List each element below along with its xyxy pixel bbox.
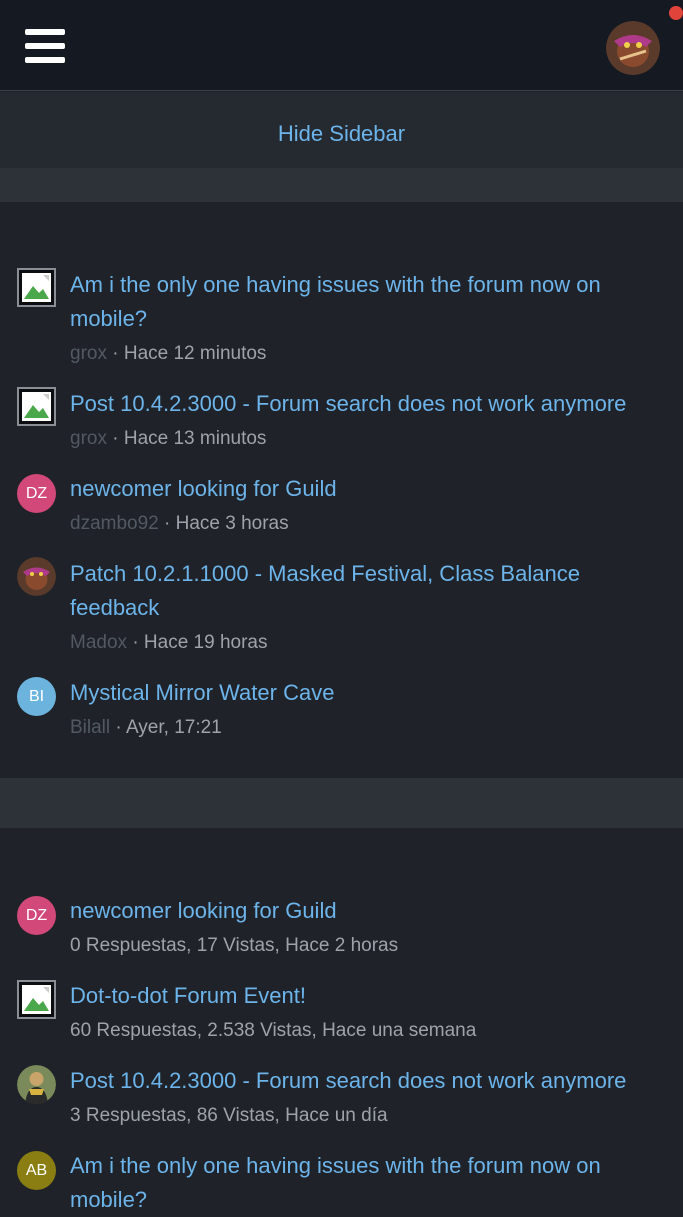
- post-author[interactable]: grox: [70, 428, 107, 449]
- post-author[interactable]: Bilall: [70, 717, 110, 738]
- post-title-link[interactable]: Post 10.4.2.3000 - Forum search does not…: [70, 387, 670, 421]
- post-meta: Madox · Hace 19 horas: [70, 630, 670, 656]
- thread-title-link[interactable]: newcomer looking for Guild: [70, 894, 670, 928]
- avatar-initials[interactable]: DZ: [17, 474, 56, 513]
- top-bar: [0, 0, 683, 91]
- thread-title-link[interactable]: Post 10.4.2.3000 - Forum search does not…: [70, 1064, 670, 1098]
- post-meta: dzambo92 · Hace 3 horas: [70, 511, 670, 537]
- thread-title-link[interactable]: Dot-to-dot Forum Event!: [70, 979, 670, 1013]
- thread-stats: 60 Respuestas, 2.538 Vistas, Hace una se…: [70, 1020, 477, 1041]
- post-author[interactable]: grox: [70, 343, 107, 364]
- post-title-link[interactable]: Patch 10.2.1.1000 - Masked Festival, Cla…: [70, 557, 670, 625]
- user-avatar[interactable]: [606, 21, 660, 75]
- thread-stats: 0 Respuestas, 17 Vistas, Hace 2 horas: [70, 935, 399, 956]
- post-title-link[interactable]: Am i the only one having issues with the…: [70, 268, 670, 336]
- post-title-link[interactable]: newcomer looking for Guild: [70, 472, 670, 506]
- avatar-initials[interactable]: BI: [17, 677, 56, 716]
- post-title-link[interactable]: Mystical Mirror Water Cave: [70, 676, 670, 710]
- avatar-initials[interactable]: AB: [17, 1151, 56, 1190]
- user-avatar-image[interactable]: [17, 1065, 56, 1104]
- post-meta: grox · Hace 13 minutos: [70, 426, 670, 452]
- post-author[interactable]: dzambo92: [70, 513, 159, 534]
- section-divider: [0, 168, 683, 202]
- thread-title-link[interactable]: Am i the only one having issues with the…: [70, 1149, 670, 1217]
- post-time: · Hace 12 minutos: [112, 343, 267, 364]
- section-divider: [0, 778, 683, 828]
- hamburger-menu-icon[interactable]: [25, 29, 65, 65]
- post-meta: Bilall · Ayer, 17:21: [70, 715, 670, 741]
- thread-stats: 3 Respuestas, 86 Vistas, Hace un día: [70, 1105, 388, 1126]
- post-time: · Hace 19 horas: [132, 632, 268, 653]
- post-author[interactable]: Madox: [70, 632, 127, 653]
- post-time: · Ayer, 17:21: [115, 717, 222, 738]
- post-meta: grox · Hace 12 minutos: [70, 341, 670, 367]
- hide-sidebar-button[interactable]: Hide Sidebar: [0, 92, 683, 168]
- post-time: · Hace 3 horas: [164, 513, 289, 534]
- recent-threads-panel: [0, 828, 683, 1200]
- broken-image-icon: [17, 980, 56, 1019]
- post-time: · Hace 13 minutos: [112, 428, 267, 449]
- broken-image-icon: [17, 387, 56, 426]
- avatar-initials[interactable]: DZ: [17, 896, 56, 935]
- broken-image-icon: [17, 268, 56, 307]
- user-avatar-image[interactable]: [17, 557, 56, 596]
- notification-dot: [669, 6, 683, 20]
